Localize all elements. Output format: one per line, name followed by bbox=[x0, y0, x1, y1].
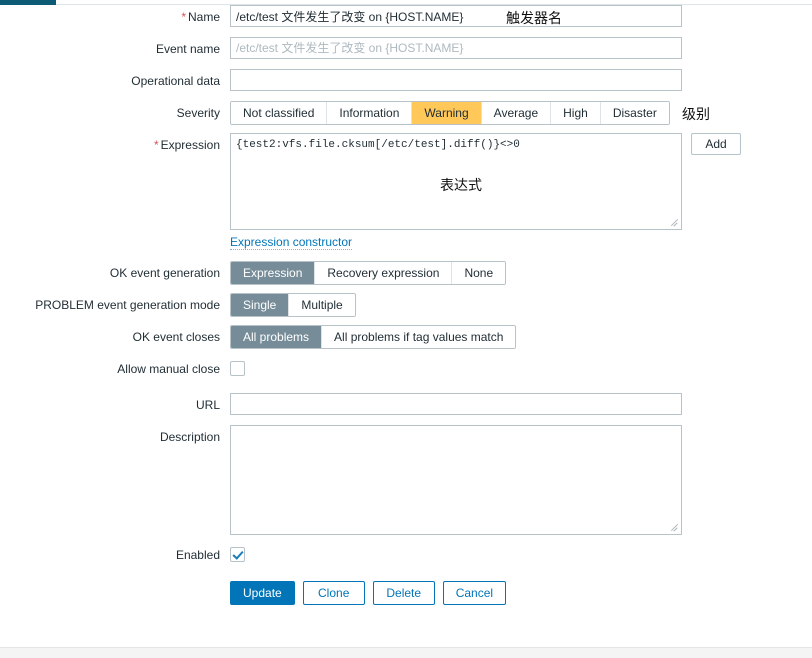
form-row-operational-data: Operational data bbox=[0, 69, 812, 93]
ok-event-generation-option-none[interactable]: None bbox=[452, 262, 506, 284]
label-allow-manual-close: Allow manual close bbox=[117, 362, 220, 376]
form-row-ok-event-closes: OK event closes All problems All problem… bbox=[0, 325, 812, 349]
description-textarea[interactable] bbox=[230, 425, 682, 535]
label-event-name: Event name bbox=[155, 42, 220, 56]
severity-option-average[interactable]: Average bbox=[481, 102, 552, 124]
add-expression-button[interactable]: Add bbox=[691, 133, 741, 155]
severity-option-high[interactable]: High bbox=[551, 102, 601, 124]
severity-option-not-classified[interactable]: Not classified bbox=[231, 102, 328, 124]
ok-event-closes-group[interactable]: All problems All problems if tag values … bbox=[230, 325, 517, 349]
label-severity: Severity bbox=[176, 106, 220, 120]
field-operational-data bbox=[230, 69, 812, 91]
operational-data-input[interactable] bbox=[230, 69, 682, 91]
trigger-form-page: *Name 触发器名 Event name Operational data S… bbox=[0, 5, 812, 658]
label-ok-event-closes: OK event closes bbox=[132, 330, 220, 344]
label-url: URL bbox=[195, 398, 220, 412]
field-description bbox=[230, 425, 812, 535]
trigger-form: *Name 触发器名 Event name Operational data S… bbox=[0, 5, 812, 613]
delete-button[interactable]: Delete bbox=[372, 581, 435, 605]
form-row-severity: Severity Not classified Information Warn… bbox=[0, 101, 812, 125]
enabled-checkbox[interactable] bbox=[230, 547, 245, 562]
severity-option-warning[interactable]: Warning bbox=[412, 102, 482, 124]
field-enabled bbox=[230, 543, 812, 562]
severity-option-information[interactable]: Information bbox=[327, 102, 413, 124]
field-actions: Update Clone Delete Cancel bbox=[230, 581, 812, 605]
field-allow-manual-close bbox=[230, 357, 812, 376]
name-input[interactable] bbox=[230, 5, 682, 27]
problem-event-generation-mode-group[interactable]: Single Multiple bbox=[230, 293, 356, 317]
form-row-event-name: Event name bbox=[0, 37, 812, 61]
field-ok-event-closes: All problems All problems if tag values … bbox=[230, 325, 812, 349]
field-url bbox=[230, 393, 812, 415]
form-row-problem-event-generation-mode: PROBLEM event generation mode Single Mul… bbox=[0, 293, 812, 317]
field-severity: Not classified Information Warning Avera… bbox=[230, 101, 812, 125]
problem-mode-option-single[interactable]: Single bbox=[231, 294, 290, 316]
form-row-actions: Update Clone Delete Cancel bbox=[0, 581, 812, 605]
problem-mode-option-multiple[interactable]: Multiple bbox=[289, 294, 355, 316]
annotation-severity: 级别 bbox=[682, 107, 710, 123]
form-row-name: *Name 触发器名 bbox=[0, 5, 812, 29]
form-row-ok-event-generation: OK event generation Expression Recovery … bbox=[0, 261, 812, 285]
label-problem-event-generation-mode: PROBLEM event generation mode bbox=[35, 298, 220, 312]
cancel-button[interactable]: Cancel bbox=[442, 581, 507, 605]
severity-button-group[interactable]: Not classified Information Warning Avera… bbox=[230, 101, 670, 125]
form-row-enabled: Enabled bbox=[0, 543, 812, 567]
required-marker-name: * bbox=[181, 10, 186, 24]
label-ok-event-generation: OK event generation bbox=[109, 266, 220, 280]
allow-manual-close-checkbox[interactable] bbox=[230, 361, 245, 376]
ok-event-generation-option-expression[interactable]: Expression bbox=[231, 262, 316, 284]
expression-row: 表达式 Add bbox=[230, 133, 812, 230]
form-row-url: URL bbox=[0, 393, 812, 417]
label-operational-data: Operational data bbox=[131, 74, 220, 88]
field-expression: 表达式 Add Expression constructor bbox=[230, 133, 812, 250]
label-expression-text: Expression bbox=[160, 138, 220, 152]
label-enabled: Enabled bbox=[175, 548, 220, 562]
label-description: Description bbox=[159, 430, 220, 444]
expression-constructor-row: Expression constructor bbox=[230, 235, 812, 250]
update-button[interactable]: Update bbox=[230, 581, 295, 605]
field-problem-event-generation-mode: Single Multiple bbox=[230, 293, 812, 317]
clone-button[interactable]: Clone bbox=[302, 581, 365, 605]
form-row-expression: *Expression 表达式 Add Expression construct… bbox=[0, 133, 812, 250]
url-input[interactable] bbox=[230, 393, 682, 415]
field-event-name bbox=[230, 37, 812, 59]
expression-constructor-link[interactable]: Expression constructor bbox=[230, 235, 353, 250]
label-name: * Name bbox=[0, 5, 230, 29]
label-expression: * Expression bbox=[0, 133, 230, 157]
ok-event-closes-option-all-problems[interactable]: All problems bbox=[231, 326, 323, 348]
ok-event-generation-group[interactable]: Expression Recovery expression None bbox=[230, 261, 507, 285]
action-button-bar: Update Clone Delete Cancel bbox=[230, 581, 812, 605]
ok-event-generation-option-recovery-expression[interactable]: Recovery expression bbox=[315, 262, 453, 284]
required-marker-expression: * bbox=[153, 138, 159, 152]
form-row-allow-manual-close: Allow manual close bbox=[0, 357, 812, 381]
severity-option-disaster[interactable]: Disaster bbox=[600, 102, 669, 124]
ok-event-closes-option-tag-values-match[interactable]: All problems if tag values match bbox=[322, 326, 516, 348]
event-name-input[interactable] bbox=[230, 37, 682, 59]
form-row-description: Description bbox=[0, 425, 812, 535]
label-name-text: Name bbox=[187, 10, 220, 24]
expression-textarea[interactable] bbox=[230, 133, 682, 230]
page-footer-bar bbox=[0, 647, 812, 658]
field-name: 触发器名 bbox=[230, 5, 812, 27]
field-ok-event-generation: Expression Recovery expression None bbox=[230, 261, 812, 285]
